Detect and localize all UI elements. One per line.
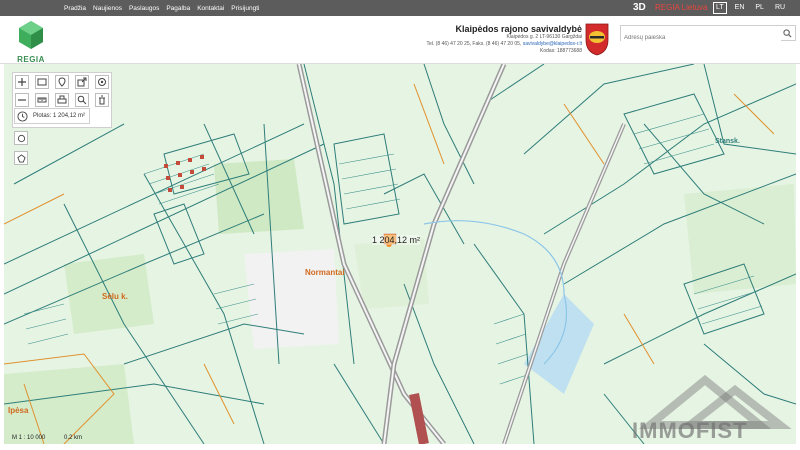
trash-icon	[99, 95, 105, 105]
language-switcher: LT EN PL RU	[713, 2, 788, 14]
ruler-icon	[37, 97, 47, 103]
share-button[interactable]	[75, 75, 89, 89]
municipality-address: Klaipėdos g. 2 LT-96130 Gargždai	[506, 34, 582, 40]
municipality-code: Kodas: 188773688	[540, 48, 582, 54]
email-link[interactable]: savivaldybe@klaipedos-r.lt	[523, 41, 582, 47]
share-icon	[77, 77, 87, 87]
circle-icon	[17, 134, 25, 142]
target-icon	[98, 78, 106, 86]
municipality-info: Klaipėdos rajono savivaldybė Klaipėdos g…	[427, 24, 582, 55]
search-input[interactable]	[621, 31, 781, 45]
map-layers-icon	[37, 78, 47, 86]
nav-item-help[interactable]: Pagalba	[166, 5, 190, 12]
municipality-name: Klaipėdos rajono savivaldybė	[455, 24, 582, 34]
contacts-text: Tel. (8 46) 47 20 25, Faks. (8 46) 47 20…	[426, 41, 522, 47]
magnifier-icon	[77, 95, 87, 105]
nav-item-contacts[interactable]: Kontaktai	[197, 5, 224, 12]
clock-icon	[17, 111, 28, 122]
layers-button[interactable]	[35, 75, 49, 89]
street-label-stansk: Stansk.	[715, 138, 740, 145]
place-label-normantai: Normantai	[305, 268, 345, 277]
coat-of-arms-icon	[585, 23, 609, 56]
regia-lietuva-link[interactable]: REGIA Lietuva	[655, 3, 707, 12]
top-nav-bar: Pradžia Naujienos Paslaugos Pagalba Kont…	[0, 0, 800, 16]
address-search[interactable]	[620, 25, 796, 45]
logo-text: REGIA	[17, 55, 45, 64]
nav-item-services[interactable]: Paslaugos	[129, 5, 159, 12]
lang-pl[interactable]: PL	[752, 2, 767, 14]
parcel-area-label: 1 204,12 m²	[372, 235, 421, 245]
zoom-in-button[interactable]	[15, 75, 29, 89]
circle-tool-button[interactable]	[14, 131, 28, 145]
lang-lt[interactable]: LT	[713, 2, 727, 14]
search-icon[interactable]	[783, 29, 792, 38]
nav-item-news[interactable]: Naujienos	[93, 5, 122, 12]
plus-icon	[18, 78, 26, 86]
zoom-out-button[interactable]	[15, 93, 29, 107]
map-canvas[interactable]	[4, 64, 796, 444]
measure-text: Plotas: 1 204,12 m²	[33, 113, 86, 119]
search-map-button[interactable]	[75, 93, 89, 107]
printer-icon	[57, 95, 67, 104]
polygon-icon	[16, 153, 26, 163]
scale-ratio: M 1 : 10 000	[12, 435, 46, 441]
polygon-tool-button[interactable]	[14, 151, 28, 165]
place-label-selu: Sėlu k.	[102, 292, 128, 301]
lang-en[interactable]: EN	[732, 2, 748, 14]
measure-result: Plotas: 1 204,12 m²	[14, 108, 91, 124]
main-nav: Pradžia Naujienos Paslaugos Pagalba Kont…	[64, 0, 259, 16]
place-label-ipesa: Ipėsa	[8, 406, 29, 415]
measure-area-button[interactable]	[35, 93, 49, 107]
delete-button[interactable]	[95, 93, 109, 107]
watermark-text: IMMOFIST	[632, 418, 748, 443]
marker-button[interactable]	[55, 75, 69, 89]
lang-ru[interactable]: RU	[772, 2, 788, 14]
print-button[interactable]	[55, 93, 69, 107]
nav-item-login[interactable]: Prisijungti	[231, 5, 259, 12]
header: REGIA Klaipėdos rajono savivaldybė Klaip…	[0, 16, 800, 64]
minus-icon	[18, 99, 26, 101]
app-window: Pradžia Naujienos Paslaugos Pagalba Kont…	[0, 0, 800, 450]
location-pin-icon	[58, 77, 66, 87]
locate-button[interactable]	[95, 75, 109, 89]
municipality-contacts: Tel. (8 46) 47 20 25, Faks. (8 46) 47 20…	[427, 41, 582, 48]
scale-bar-label: 0.2 km	[64, 435, 83, 441]
three-d-button[interactable]: 3D	[633, 2, 646, 13]
nav-item-home[interactable]: Pradžia	[64, 5, 86, 12]
